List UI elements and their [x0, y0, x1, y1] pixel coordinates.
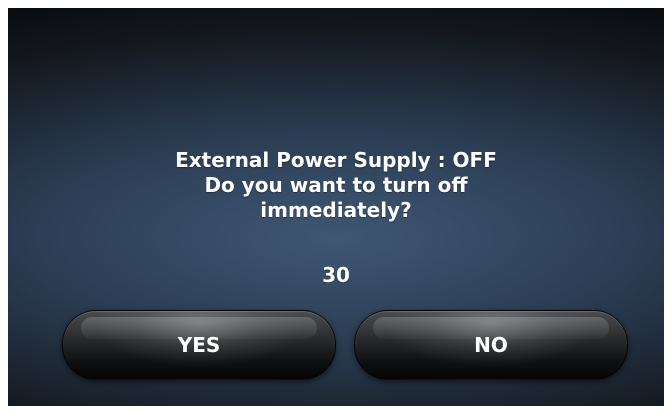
yes-button-label: YES [177, 333, 221, 357]
power-supply-dialog: External Power Supply : OFF Do you want … [8, 8, 664, 406]
countdown-timer: 30 [322, 263, 350, 287]
no-button-label: NO [474, 333, 508, 357]
message-line-2: Do you want to turn off [204, 173, 468, 197]
yes-button[interactable]: YES [62, 310, 336, 380]
message-line-3: immediately? [260, 198, 412, 222]
no-button[interactable]: NO [354, 310, 628, 380]
message-line-1: External Power Supply : OFF [175, 148, 497, 172]
dialog-message: External Power Supply : OFF Do you want … [78, 148, 594, 223]
